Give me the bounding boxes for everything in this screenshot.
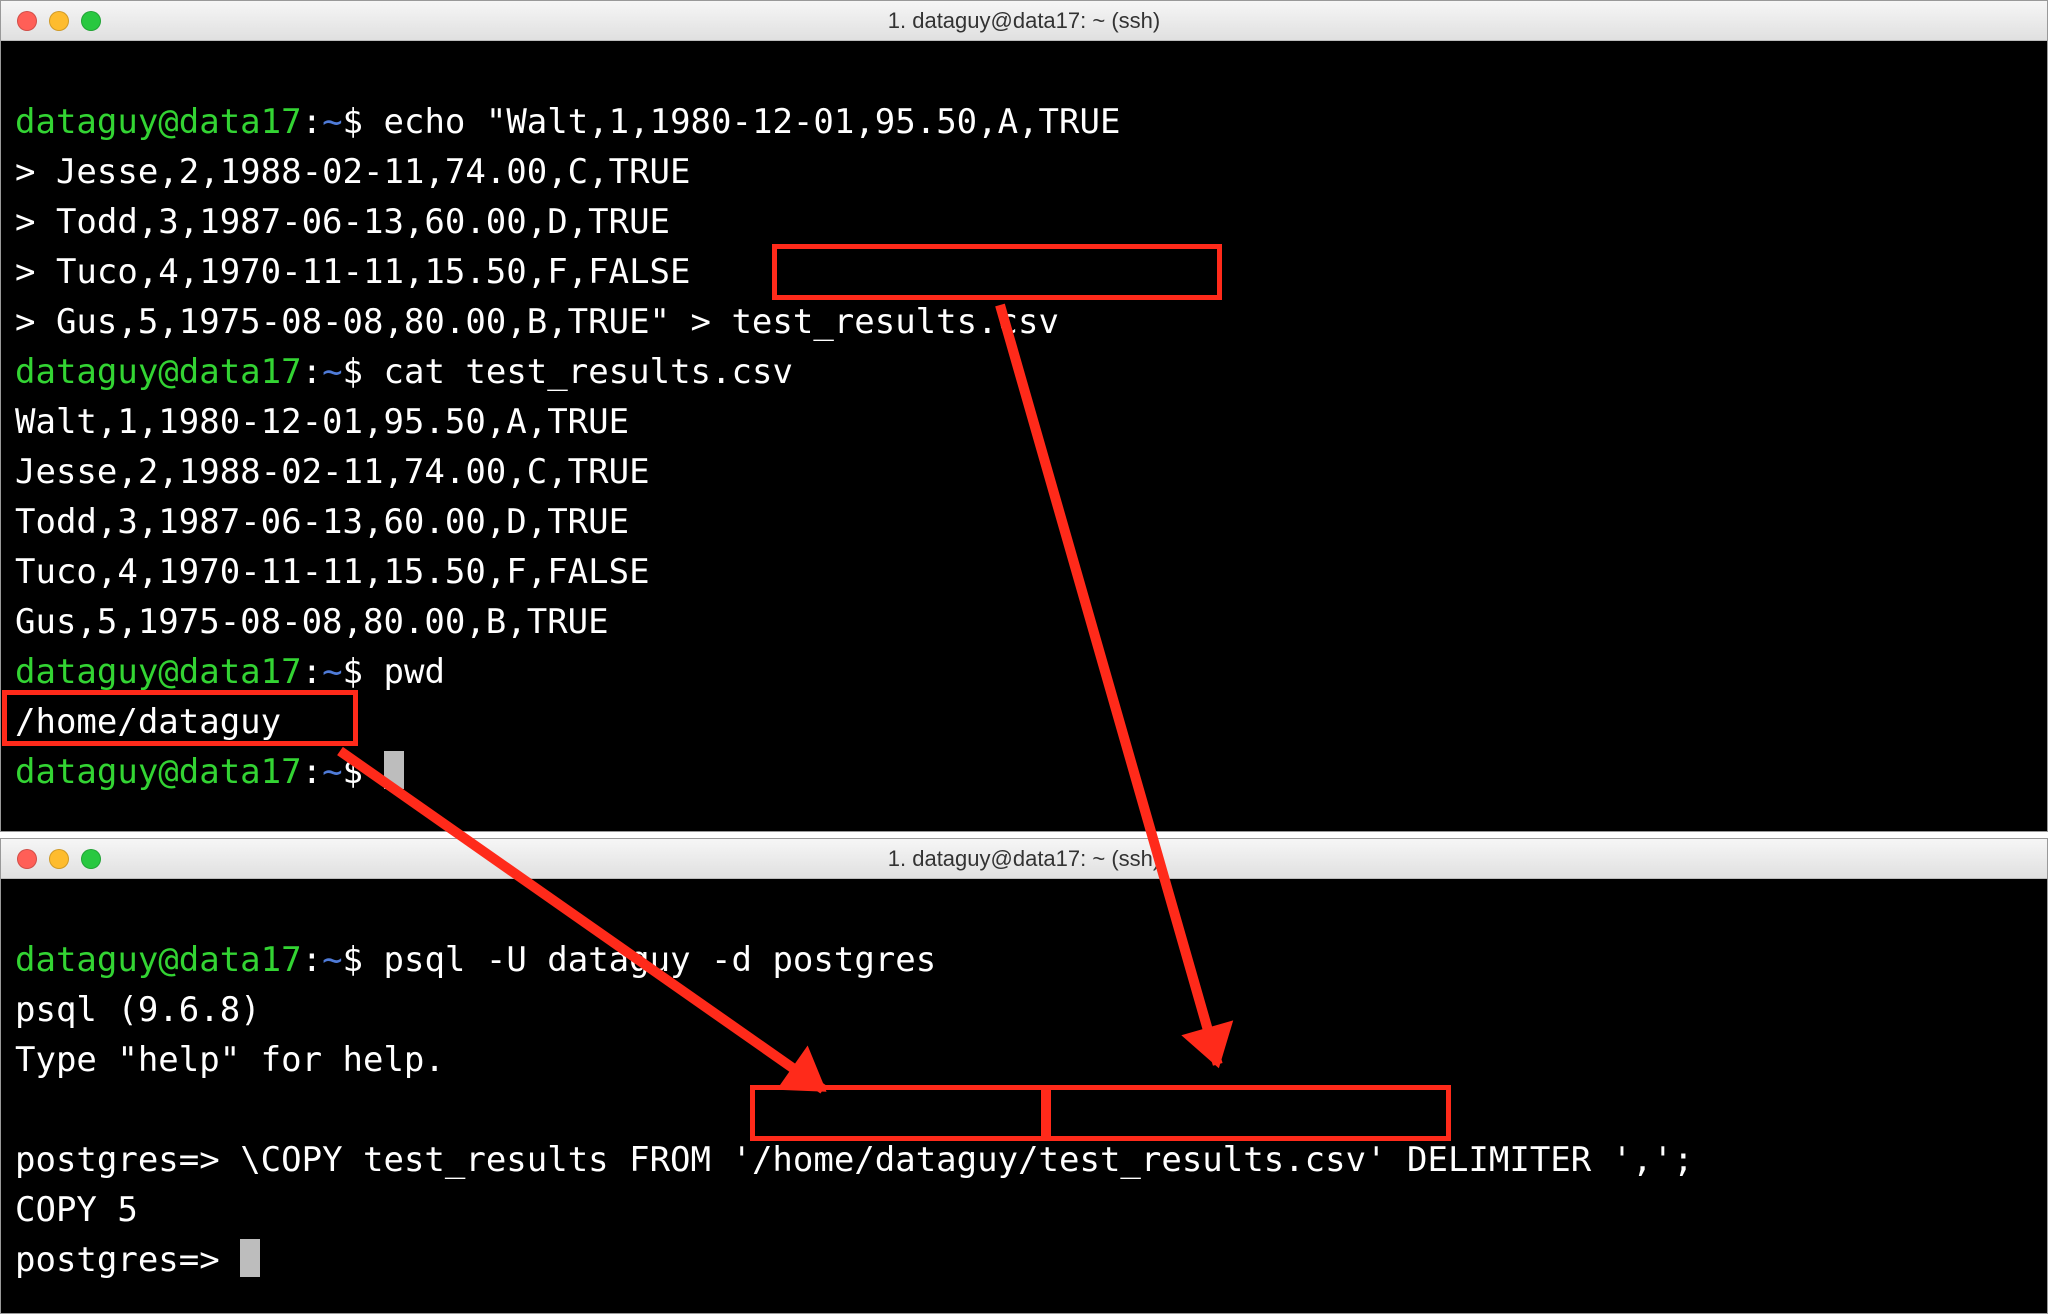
titlebar-bottom: 1. dataguy@data17: ~ (ssh)	[1, 839, 2047, 879]
pg-prompt: postgres=>	[15, 1240, 220, 1280]
copy-file: test_results.csv	[1039, 1140, 1367, 1180]
echo-redirect-file: test_results.csv	[731, 302, 1059, 342]
prompt-sep: :	[302, 102, 322, 142]
cmd-pwd: pwd	[384, 652, 445, 692]
cat-line-4: Tuco,4,1970-11-11,15.50,F,FALSE	[15, 552, 650, 592]
window-title-top: 1. dataguy@data17: ~ (ssh)	[1, 8, 2047, 34]
cmd-cat: cat test_results.csv	[384, 352, 793, 392]
cmd-echo: echo "Walt,1,1980-12-01,95.50,A,TRUE	[384, 102, 1121, 142]
copy-path: /home/dataguy/	[752, 1140, 1039, 1180]
pwd-output: /home/dataguy	[15, 702, 281, 742]
window-controls	[1, 849, 101, 869]
minimize-icon[interactable]	[49, 849, 69, 869]
terminal-body-bottom[interactable]: dataguy@data17:~$ psql -U dataguy -d pos…	[1, 879, 2047, 1291]
cat-line-5: Gus,5,1975-08-08,80.00,B,TRUE	[15, 602, 609, 642]
terminal-window-top[interactable]: 1. dataguy@data17: ~ (ssh) dataguy@data1…	[0, 0, 2048, 832]
zoom-icon[interactable]	[81, 11, 101, 31]
window-title-bottom: 1. dataguy@data17: ~ (ssh)	[1, 846, 2047, 872]
cat-line-3: Todd,3,1987-06-13,60.00,D,TRUE	[15, 502, 629, 542]
psql-version: psql (9.6.8)	[15, 990, 261, 1030]
echo-line-4-prefix: > Gus,5,1975-08-08,80.00,B,TRUE" >	[15, 302, 731, 342]
terminal-body-top[interactable]: dataguy@data17:~$ echo "Walt,1,1980-12-0…	[1, 41, 2047, 803]
minimize-icon[interactable]	[49, 11, 69, 31]
close-icon[interactable]	[17, 849, 37, 869]
close-icon[interactable]	[17, 11, 37, 31]
prompt-path: ~	[322, 102, 342, 142]
prompt-user: dataguy@data17	[15, 102, 302, 142]
pg-prompt: postgres=>	[15, 1140, 220, 1180]
prompt-user: dataguy@data17	[15, 940, 302, 980]
cat-line-1: Walt,1,1980-12-01,95.50,A,TRUE	[15, 402, 629, 442]
copy-cmd-post: DELIMITER ',';	[1387, 1140, 1694, 1180]
echo-line-2: > Todd,3,1987-06-13,60.00,D,TRUE	[15, 202, 670, 242]
echo-line-3: > Tuco,4,1970-11-11,15.50,F,FALSE	[15, 252, 691, 292]
zoom-icon[interactable]	[81, 849, 101, 869]
prompt-end: $	[343, 102, 363, 142]
echo-line-1: > Jesse,2,1988-02-11,74.00,C,TRUE	[15, 152, 691, 192]
cursor	[240, 1239, 260, 1277]
prompt-user: dataguy@data17	[15, 652, 302, 692]
terminal-window-bottom[interactable]: 1. dataguy@data17: ~ (ssh) dataguy@data1…	[0, 838, 2048, 1314]
psql-help: Type "help" for help.	[15, 1040, 445, 1080]
copy-cmd-pre: \COPY test_results FROM	[240, 1140, 731, 1180]
cursor	[384, 751, 404, 789]
titlebar-top: 1. dataguy@data17: ~ (ssh)	[1, 1, 2047, 41]
prompt-user: dataguy@data17	[15, 352, 302, 392]
prompt-user: dataguy@data17	[15, 752, 302, 792]
cat-line-2: Jesse,2,1988-02-11,74.00,C,TRUE	[15, 452, 650, 492]
copy-result: COPY 5	[15, 1190, 138, 1230]
window-controls	[1, 11, 101, 31]
cmd-psql: psql -U dataguy -d postgres	[384, 940, 937, 980]
